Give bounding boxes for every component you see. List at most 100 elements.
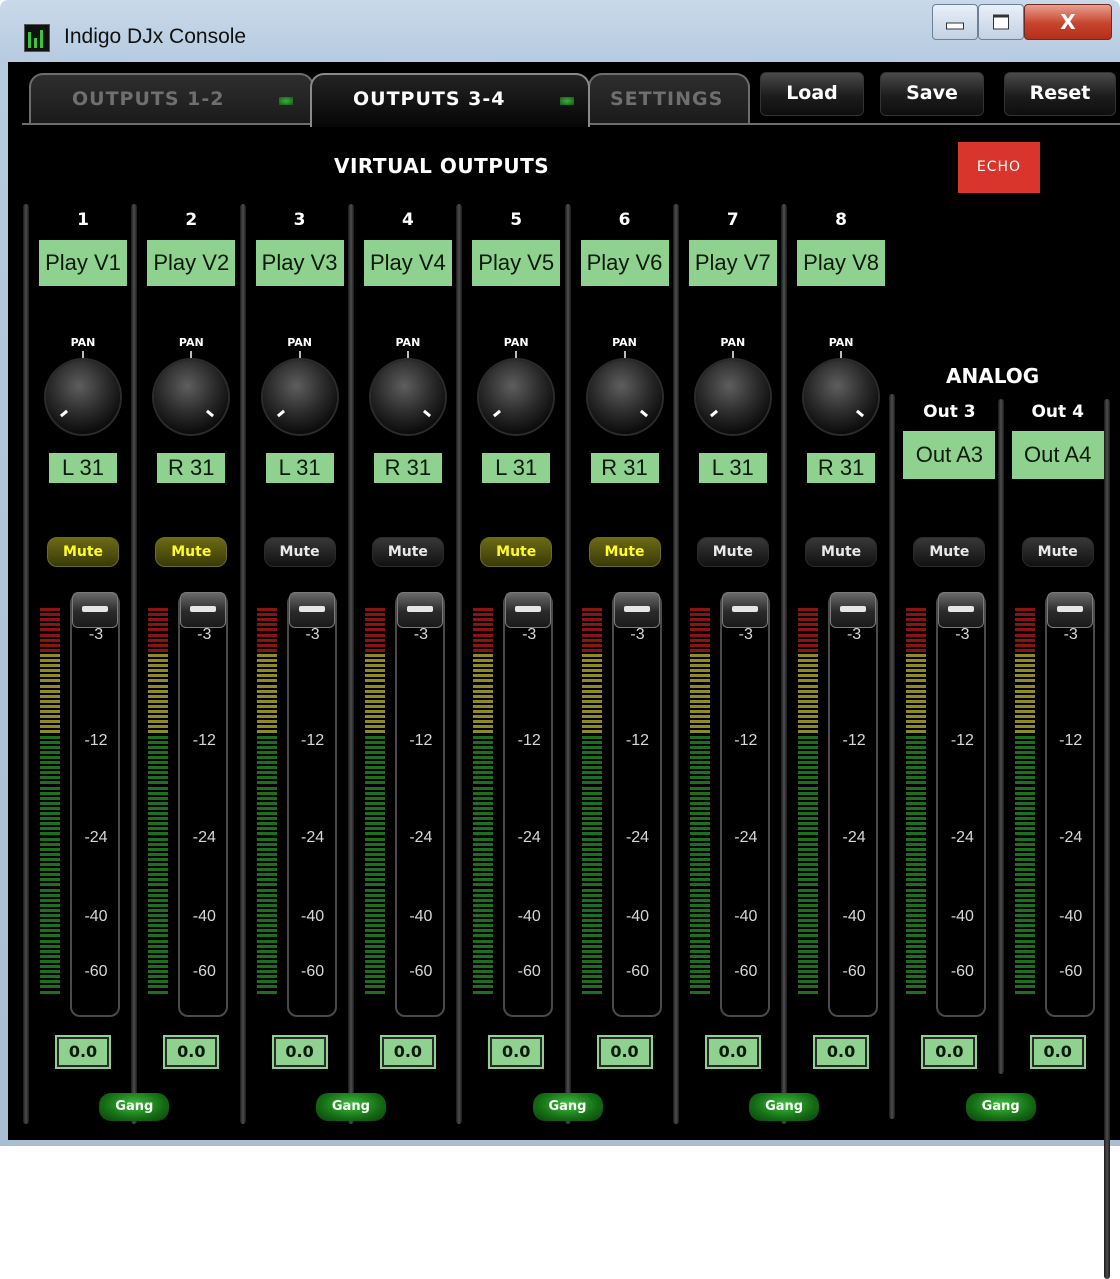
analog-output-name-field[interactable]: Out A4 (1011, 431, 1104, 479)
meter-segment (40, 985, 60, 989)
fader-track[interactable] (936, 593, 987, 1017)
pan-knob[interactable] (262, 360, 337, 434)
meter-segment (1014, 837, 1035, 841)
fader-handle[interactable] (1046, 592, 1093, 628)
fader-handle[interactable] (396, 592, 443, 628)
mute-button[interactable]: Mute (805, 537, 878, 567)
gang-button[interactable]: Gang (965, 1093, 1036, 1121)
meter-segment (581, 929, 602, 933)
pan-knob[interactable] (154, 360, 229, 434)
meter-segment (256, 725, 277, 729)
meter-segment (906, 914, 927, 917)
fader-handle[interactable] (613, 592, 660, 628)
meter-segment (40, 791, 60, 795)
fader-track[interactable] (286, 593, 337, 1017)
meter-segment (148, 750, 169, 754)
meter-segment (689, 715, 710, 719)
meter-segment (689, 908, 710, 912)
pan-knob[interactable] (370, 360, 445, 434)
fader-track[interactable] (178, 593, 229, 1017)
mute-button[interactable]: Mute (263, 537, 336, 567)
gang-button[interactable]: Gang (315, 1093, 386, 1121)
meter-segment (689, 990, 710, 994)
mute-button[interactable]: Mute (371, 537, 444, 567)
pan-knob[interactable] (46, 360, 120, 434)
pan-value: L 31 (49, 453, 117, 483)
channel-name-field[interactable]: Play V5 (472, 240, 561, 286)
mute-button[interactable]: Mute (155, 537, 228, 567)
meter-segment (798, 694, 819, 698)
meter-segment (148, 623, 169, 627)
meter-segment (581, 863, 602, 866)
channel-name-field[interactable]: Play V7 (688, 240, 777, 286)
pan-knob[interactable] (479, 360, 554, 434)
meter-segment (40, 954, 60, 958)
channel-name-field[interactable]: Play V4 (363, 240, 452, 286)
meter-segment (1014, 959, 1035, 963)
meter-segment (581, 659, 602, 662)
mute-button[interactable]: Mute (696, 537, 769, 567)
fader-track[interactable] (719, 593, 770, 1017)
fader-track[interactable] (611, 593, 662, 1017)
close-button[interactable]: X (1024, 4, 1112, 40)
meter-segment (1014, 944, 1035, 948)
fader-track[interactable] (1044, 593, 1095, 1017)
fader-handle[interactable] (505, 592, 552, 628)
meter-segment (40, 684, 60, 688)
gang-button[interactable]: Gang (532, 1093, 603, 1121)
meter-segment (40, 766, 60, 770)
meter-segment (1014, 908, 1035, 912)
meter-segment (1014, 659, 1035, 662)
analog-output-name-field[interactable]: Out A3 (903, 431, 996, 479)
gang-button[interactable]: Gang (99, 1093, 170, 1121)
pan-knob[interactable] (587, 360, 662, 434)
fader-handle[interactable] (72, 592, 118, 628)
meter-segment (581, 970, 602, 974)
channel-name-field[interactable]: Play V8 (797, 240, 886, 286)
fader-handle[interactable] (288, 592, 335, 628)
pan-knob[interactable] (804, 360, 879, 434)
meter-segment (581, 699, 602, 703)
meter-segment (473, 684, 494, 688)
meter-segment (148, 613, 169, 617)
fader-track[interactable] (70, 593, 120, 1017)
meter-segment (256, 914, 277, 917)
meter-segment (689, 903, 710, 907)
meter-segment (256, 817, 277, 821)
meter-segment (798, 613, 819, 617)
fader-track[interactable] (503, 593, 554, 1017)
meter-segment (798, 812, 819, 815)
meter-segment (364, 847, 385, 851)
mute-button[interactable]: Mute (480, 537, 553, 567)
meter-segment (256, 750, 277, 754)
channel-name-field[interactable]: Play V1 (39, 240, 127, 286)
fader-handle[interactable] (180, 592, 227, 628)
maximize-button[interactable] (978, 4, 1024, 40)
meter-segment (148, 965, 169, 968)
gang-button[interactable]: Gang (749, 1093, 820, 1121)
meter-segment (581, 852, 602, 856)
mute-button[interactable]: Mute (47, 537, 119, 567)
mute-button[interactable]: Mute (913, 537, 986, 567)
channel-name-field[interactable]: Play V2 (147, 240, 236, 286)
mute-button[interactable]: Mute (588, 537, 661, 567)
fader-track[interactable] (394, 593, 445, 1017)
channel-name-field[interactable]: Play V3 (255, 240, 344, 286)
fader-handle[interactable] (830, 592, 877, 628)
title-bar[interactable]: Indigo DJx Console X (0, 0, 1120, 62)
fader-handle[interactable] (938, 592, 985, 628)
meter-segment (581, 761, 602, 764)
fader-track[interactable] (828, 593, 879, 1017)
pan-knob[interactable] (695, 360, 770, 434)
minimize-button[interactable] (932, 4, 978, 40)
meter-segment (40, 608, 60, 611)
fader-scale-label: -12 (517, 732, 541, 749)
meter-segment (40, 975, 60, 979)
channel-name-field[interactable]: Play V6 (580, 240, 669, 286)
meter-segment (40, 878, 60, 882)
meter-segment (256, 878, 277, 882)
meter-segment (689, 659, 710, 662)
meter-segment (1014, 735, 1035, 739)
mute-button[interactable]: Mute (1021, 537, 1094, 567)
fader-handle[interactable] (721, 592, 768, 628)
